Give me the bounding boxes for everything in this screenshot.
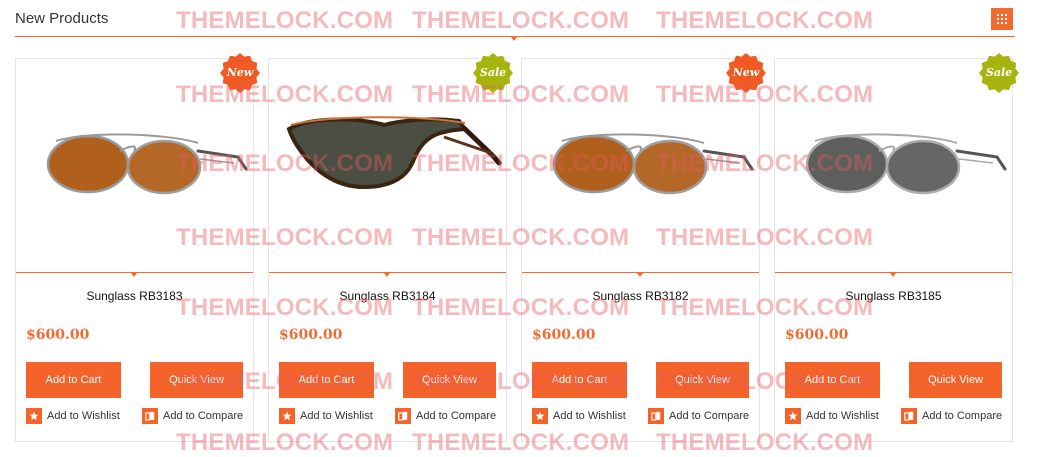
product-badge: Sale bbox=[978, 52, 1020, 94]
product-image[interactable] bbox=[522, 59, 759, 272]
quick-view-button[interactable]: Quick View bbox=[909, 362, 1002, 398]
product-image[interactable] bbox=[16, 59, 253, 272]
quick-view-button[interactable]: Quick View bbox=[656, 362, 749, 398]
product-name[interactable]: Sunglass RB3184 bbox=[269, 289, 506, 303]
add-to-compare-link[interactable]: Add to Compare bbox=[142, 408, 243, 424]
header-divider-caret bbox=[511, 37, 517, 41]
sunglasses-icon bbox=[805, 133, 1007, 195]
add-to-wishlist-link[interactable]: Add to Wishlist bbox=[532, 408, 626, 424]
add-to-cart-button[interactable]: Add to Cart bbox=[785, 362, 880, 398]
grid-view-button[interactable] bbox=[991, 8, 1013, 30]
wishlist-label: Add to Wishlist bbox=[806, 410, 879, 422]
compare-icon bbox=[395, 408, 411, 424]
product-price: $600.00 bbox=[279, 327, 343, 343]
product-image[interactable] bbox=[775, 59, 1012, 272]
product-badge: New bbox=[725, 52, 767, 94]
badge-label: Sale bbox=[985, 66, 1013, 79]
badge-label: New bbox=[226, 66, 254, 79]
quick-view-button[interactable]: Quick View bbox=[403, 362, 496, 398]
compare-label: Add to Compare bbox=[416, 410, 497, 422]
image-divider-caret bbox=[637, 273, 643, 277]
wishlist-label: Add to Wishlist bbox=[47, 410, 120, 422]
badge-label: New bbox=[732, 66, 760, 79]
compare-label: Add to Compare bbox=[922, 410, 1003, 422]
product-name[interactable]: Sunglass RB3185 bbox=[775, 289, 1012, 303]
sunglasses-icon bbox=[46, 133, 248, 195]
product-price: $600.00 bbox=[785, 327, 849, 343]
add-to-cart-button[interactable]: Add to Cart bbox=[26, 362, 121, 398]
image-divider-caret bbox=[384, 273, 390, 277]
star-icon bbox=[279, 408, 295, 424]
sunglasses-icon bbox=[552, 133, 754, 195]
add-to-cart-button[interactable]: Add to Cart bbox=[532, 362, 627, 398]
section-header: New Products bbox=[15, 0, 1015, 41]
section-title: New Products bbox=[15, 10, 109, 27]
product-price: $600.00 bbox=[26, 327, 90, 343]
wishlist-label: Add to Wishlist bbox=[300, 410, 373, 422]
image-divider-caret bbox=[131, 273, 137, 277]
grid-view-icon bbox=[997, 14, 1007, 24]
star-icon bbox=[785, 408, 801, 424]
compare-label: Add to Compare bbox=[669, 410, 750, 422]
product-price: $600.00 bbox=[532, 327, 596, 343]
product-card: New Sunglass RB3183 $600.00 Add to Cart … bbox=[15, 53, 260, 442]
add-to-wishlist-link[interactable]: Add to Wishlist bbox=[785, 408, 879, 424]
compare-icon bbox=[901, 408, 917, 424]
product-card: Sale Sunglass RB3185 $600.00 Add to Cart… bbox=[774, 53, 1019, 442]
compare-label: Add to Compare bbox=[163, 410, 244, 422]
add-to-compare-link[interactable]: Add to Compare bbox=[901, 408, 1002, 424]
quick-view-button[interactable]: Quick View bbox=[150, 362, 243, 398]
add-to-compare-link[interactable]: Add to Compare bbox=[648, 408, 749, 424]
product-image[interactable] bbox=[269, 59, 506, 272]
badge-label: Sale bbox=[479, 66, 507, 79]
product-card: Sale Sunglass RB3184 $600.00 Add to Cart… bbox=[268, 53, 513, 442]
star-icon bbox=[532, 408, 548, 424]
product-card: New Sunglass RB3182 $600.00 Add to Cart … bbox=[521, 53, 766, 442]
compare-icon bbox=[648, 408, 664, 424]
add-to-compare-link[interactable]: Add to Compare bbox=[395, 408, 496, 424]
add-to-wishlist-link[interactable]: Add to Wishlist bbox=[26, 408, 120, 424]
product-name[interactable]: Sunglass RB3183 bbox=[16, 289, 253, 303]
product-badge: New bbox=[219, 52, 261, 94]
image-divider-caret bbox=[890, 273, 896, 277]
product-name[interactable]: Sunglass RB3182 bbox=[522, 289, 759, 303]
wishlist-label: Add to Wishlist bbox=[553, 410, 626, 422]
star-icon bbox=[26, 408, 42, 424]
product-grid: New Sunglass RB3183 $600.00 Add to Cart … bbox=[15, 53, 1019, 442]
sunglasses-icon bbox=[286, 116, 502, 190]
add-to-cart-button[interactable]: Add to Cart bbox=[279, 362, 374, 398]
product-badge: Sale bbox=[472, 52, 514, 94]
compare-icon bbox=[142, 408, 158, 424]
add-to-wishlist-link[interactable]: Add to Wishlist bbox=[279, 408, 373, 424]
